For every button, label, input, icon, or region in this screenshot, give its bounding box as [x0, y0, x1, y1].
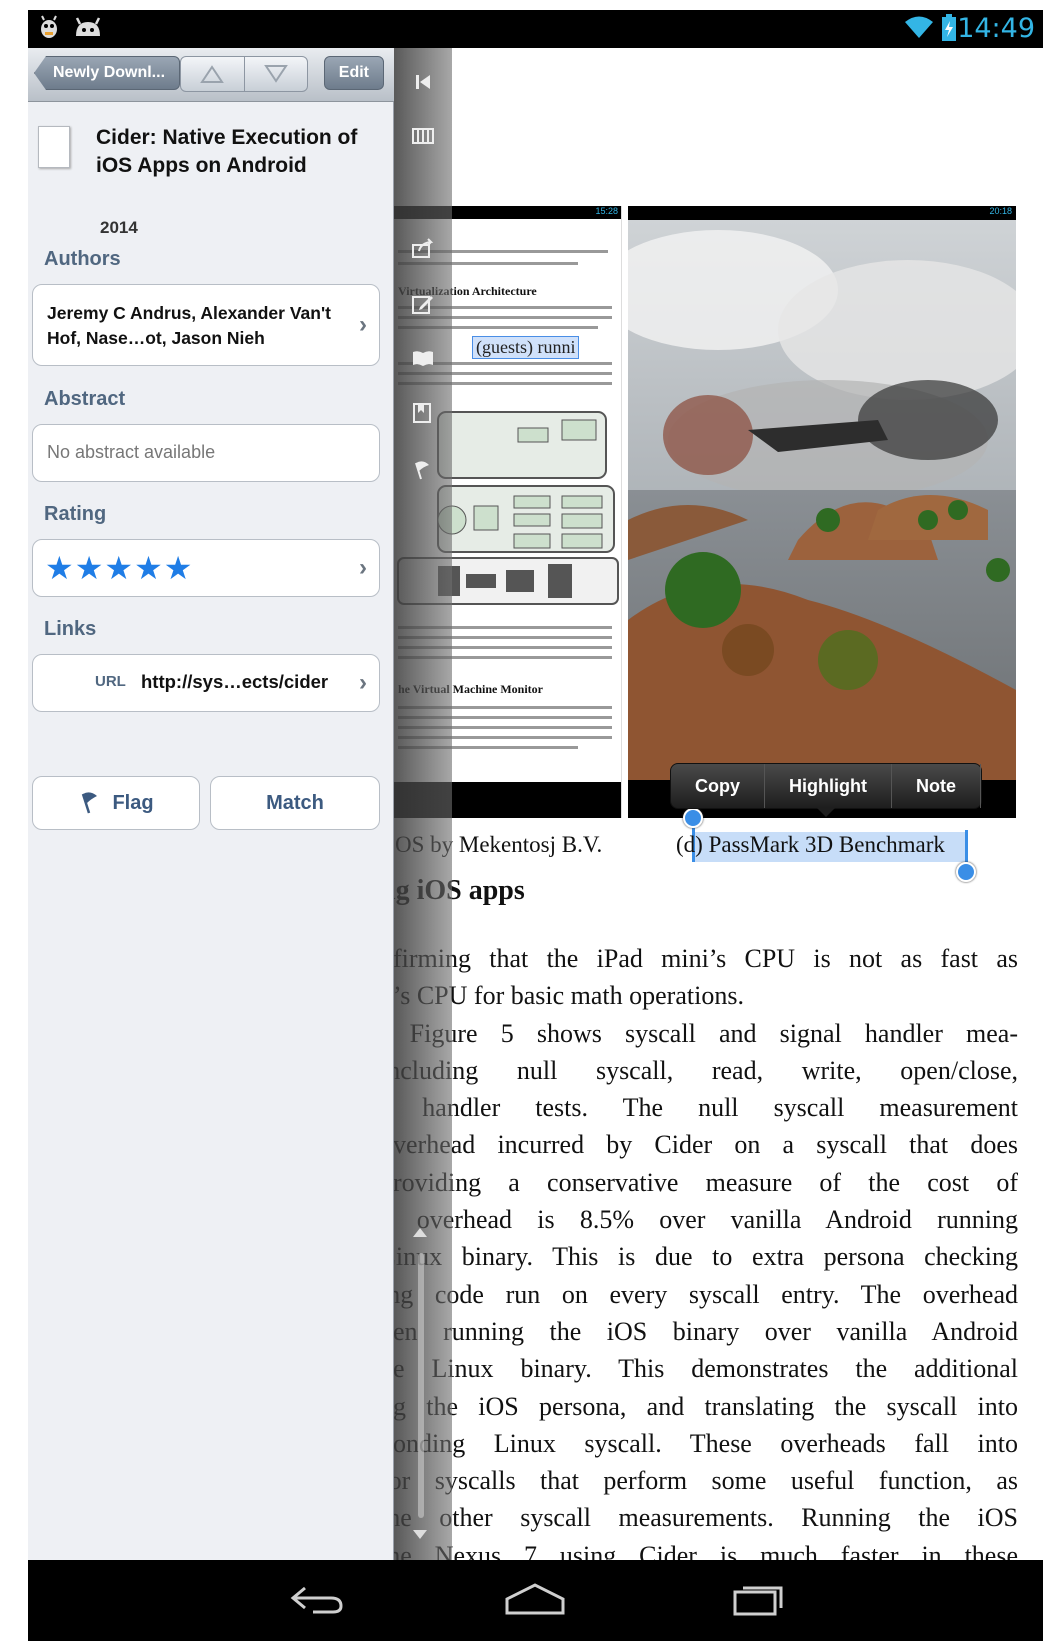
body-line: for syscalls that perform some useful fu…: [380, 1466, 1018, 1496]
figure-caption-right: (d) PassMark 3D Benchmark: [676, 832, 945, 857]
android-debug-icon: [36, 14, 62, 40]
prev-next-segmented-control: [180, 56, 308, 92]
chevron-down-icon: [263, 65, 288, 83]
authors-value: Jeremy C Andrus, Alexander Van't Hof, Na…: [47, 303, 331, 348]
body-line: ponding Linux syscall. These overheads f…: [380, 1428, 1018, 1458]
body-line: providing a conservative measure of the …: [380, 1167, 1018, 1197]
authors-card[interactable]: Jeremy C Andrus, Alexander Van't Hof, Na…: [32, 284, 380, 366]
copy-menu-item[interactable]: Copy: [671, 764, 765, 808]
scroll-down-icon[interactable]: [413, 1530, 427, 1539]
metadata-panel: Newly Downl... Edit Cider: Native Execut…: [28, 48, 394, 1560]
body-line: , Figure 5 shows syscall and signal hand…: [380, 1018, 1018, 1048]
flag-icon: [82, 792, 98, 814]
links-label: Links: [44, 618, 97, 640]
flag-button[interactable]: Flag: [32, 776, 200, 830]
benchmark-render-image: [628, 220, 1016, 780]
flag-icon[interactable]: [408, 456, 438, 484]
previous-button[interactable]: [181, 57, 244, 91]
body-line: ng the iOS persona, and translating the …: [380, 1391, 1018, 1421]
bookmarks-list-icon[interactable]: [408, 398, 438, 426]
url-card[interactable]: URL http://sys…ects/cider ›: [32, 654, 380, 712]
document-year: 2014: [100, 218, 138, 237]
next-button[interactable]: [243, 57, 308, 91]
document-title: Cider: Native Execution of iOS Apps on A…: [96, 126, 358, 177]
chevron-up-icon: [200, 65, 225, 83]
panel-toolbar: Newly Downl... Edit: [28, 48, 394, 102]
android-head-icon: [72, 14, 104, 40]
body-line: 7’s CPU for basic math operations.: [380, 981, 744, 1011]
body-line: e overhead is 8.5% over vanilla Android …: [380, 1205, 1018, 1235]
edit-button[interactable]: Edit: [323, 56, 384, 90]
chevron-right-icon: ›: [359, 311, 367, 338]
selection-end-handle[interactable]: [956, 862, 976, 882]
match-button[interactable]: Match: [210, 776, 380, 830]
flag-button-label: Flag: [112, 791, 154, 814]
rating-label: Rating: [44, 503, 107, 525]
authors-label: Authors: [44, 248, 121, 270]
body-line: Linux binary. This is due to extra perso…: [380, 1242, 1018, 1272]
url-value: http://sys…ects/cider: [141, 671, 329, 692]
figure-screenshot-right: 20:18: [628, 206, 1016, 818]
body-line: overhead incurred by Cider on a syscall …: [380, 1130, 1018, 1160]
highlight-menu-item[interactable]: Highlight: [765, 764, 892, 808]
body-line: including null syscall, read, write, ope…: [380, 1055, 1018, 1085]
wifi-icon: [903, 14, 935, 40]
abstract-card[interactable]: No abstract available: [32, 424, 380, 482]
body-line: the other syscall measurements. Running …: [380, 1503, 1018, 1533]
status-bar: 14:49: [28, 10, 1043, 48]
back-button[interactable]: Newly Downl...: [34, 56, 181, 90]
back-nav-icon[interactable]: [282, 1576, 352, 1622]
rating-stars: ★★★★★: [45, 550, 194, 586]
text-context-menu: Copy Highlight Note: [670, 763, 982, 817]
battery-icon: [941, 14, 957, 41]
system-navigation-bar: [28, 1560, 1043, 1641]
selection-start-handle[interactable]: [683, 808, 703, 828]
mini-clock-right: 20:18: [989, 206, 1012, 216]
abstract-label: Abstract: [44, 388, 126, 410]
scrollbar[interactable]: [418, 1253, 424, 1518]
body-line: ing code run on every syscall entry. The…: [380, 1279, 1018, 1309]
body-line: he Linux binary. This demonstrates the a…: [380, 1354, 1018, 1384]
chevron-right-icon: ›: [359, 554, 367, 581]
recent-apps-nav-icon[interactable]: [724, 1576, 794, 1622]
document-thumbnail: [38, 126, 70, 168]
book-icon[interactable]: [408, 122, 438, 150]
url-label: URL: [95, 673, 126, 690]
body-line: l handler tests. The null syscall measur…: [380, 1093, 1018, 1123]
share-icon[interactable]: [408, 234, 438, 262]
body-line: hen running the iOS binary over vanilla …: [380, 1316, 1018, 1346]
chevron-right-icon: ›: [359, 669, 367, 696]
rating-card[interactable]: ★★★★★ ›: [32, 539, 380, 597]
clock: 14:49: [957, 13, 1035, 44]
body-line: nfirming that the iPad mini’s CPU is not…: [380, 944, 1018, 973]
reader-toolbar: [394, 48, 452, 1560]
mini-clock: 15:28: [595, 206, 618, 216]
bookmark-icon[interactable]: [408, 344, 438, 372]
mini-selected-text: (guests) runni: [472, 336, 580, 359]
abstract-value: No abstract available: [47, 442, 216, 462]
note-menu-item[interactable]: Note: [892, 764, 981, 808]
home-nav-icon[interactable]: [500, 1576, 570, 1622]
annotate-icon[interactable]: [408, 290, 438, 318]
skip-to-start-icon[interactable]: [408, 68, 438, 96]
match-button-label: Match: [266, 791, 324, 814]
body-text: nfirming that the iPad mini’s CPU is not…: [380, 940, 1018, 1574]
scroll-up-icon[interactable]: [413, 1228, 427, 1237]
